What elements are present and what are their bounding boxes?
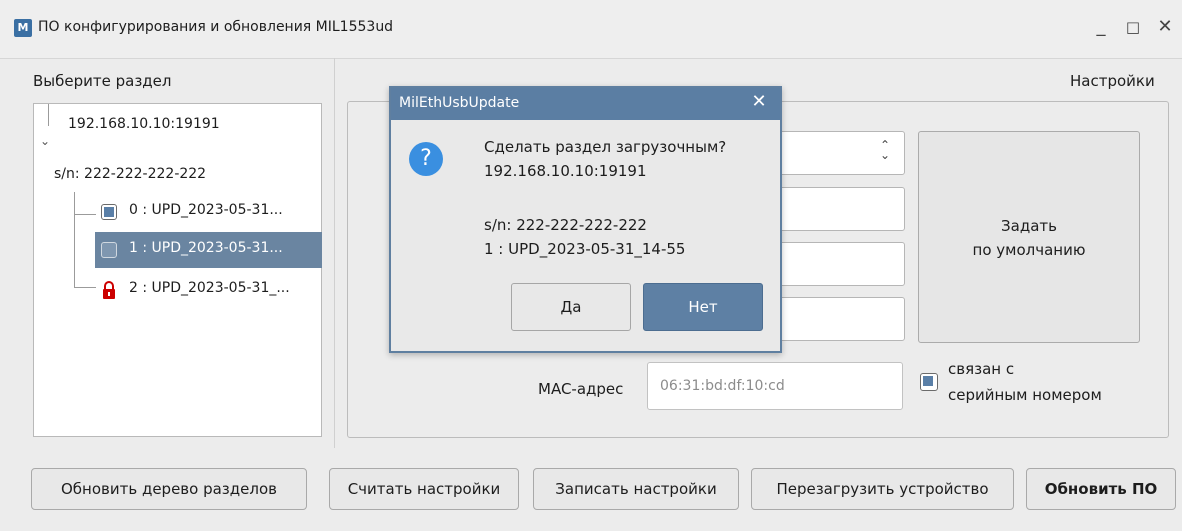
write-settings-button[interactable]: Записать настройки bbox=[533, 468, 739, 510]
dialog-partition: 1 : UPD_2023-05-31_14-55 bbox=[484, 240, 686, 258]
refresh-tree-button[interactable]: Обновить дерево разделов bbox=[31, 468, 307, 510]
app-icon: M bbox=[14, 19, 32, 37]
close-icon[interactable]: ✕ bbox=[1152, 14, 1178, 40]
dialog-question: Сделать раздел загрузочным? bbox=[484, 138, 727, 156]
dialog-close-icon[interactable]: ✕ bbox=[747, 91, 771, 112]
no-button[interactable]: Нет bbox=[643, 283, 763, 331]
tree-item-host[interactable]: 192.168.10.10:19191 bbox=[68, 116, 220, 132]
linked-serial-label-2: серийным номером bbox=[948, 386, 1102, 404]
chevron-down-icon[interactable]: ⌄ bbox=[40, 134, 50, 148]
tree-item-partition-2[interactable]: 2 : UPD_2023-05-31_... bbox=[129, 280, 290, 296]
linked-serial-checkbox[interactable] bbox=[920, 373, 938, 391]
linked-serial-label-1: связан с bbox=[948, 360, 1015, 378]
spinner-arrows-icon[interactable]: ⌃ ⌄ bbox=[880, 139, 890, 161]
minimize-icon[interactable]: _ bbox=[1088, 14, 1114, 40]
tree-line bbox=[48, 104, 49, 126]
set-default-button[interactable]: Задать по умолчанию bbox=[918, 131, 1140, 343]
partition-1-checkbox[interactable] bbox=[101, 242, 117, 258]
dialog-serial: s/n: 222-222-222-222 bbox=[484, 216, 647, 234]
mac-address-field[interactable]: 06:31:bd:df:10:cd bbox=[647, 362, 903, 410]
lock-icon bbox=[101, 281, 117, 299]
reboot-device-button[interactable]: Перезагрузить устройство bbox=[751, 468, 1014, 510]
dialog-host: 192.168.10.10:19191 bbox=[484, 162, 647, 180]
set-default-label-1: Задать bbox=[1001, 217, 1057, 235]
section-label: Выберите раздел bbox=[33, 72, 172, 90]
update-firmware-button[interactable]: Обновить ПО bbox=[1026, 468, 1176, 510]
partition-0-checkbox[interactable] bbox=[101, 204, 117, 220]
tree-item-partition-0[interactable]: 0 : UPD_2023-05-31... bbox=[129, 202, 283, 218]
question-icon: ? bbox=[409, 142, 443, 176]
tree-line bbox=[74, 287, 96, 288]
tree-item-serial[interactable]: s/n: 222-222-222-222 bbox=[54, 166, 206, 182]
settings-label: Настройки bbox=[1070, 72, 1155, 90]
tree-line bbox=[74, 192, 75, 288]
window-title: ПО конфигурирования и обновления MIL1553… bbox=[38, 19, 394, 35]
partition-tree[interactable]: 192.168.10.10:19191 ⌄ s/n: 222-222-222-2… bbox=[33, 103, 322, 437]
tree-line bbox=[74, 214, 96, 215]
read-settings-button[interactable]: Считать настройки bbox=[329, 468, 519, 510]
maximize-icon[interactable]: □ bbox=[1120, 14, 1146, 40]
yes-button[interactable]: Да bbox=[511, 283, 631, 331]
set-default-label-2: по умолчанию bbox=[972, 241, 1086, 259]
mac-label: MAC-адрес bbox=[538, 380, 624, 398]
dialog-title: MilEthUsbUpdate bbox=[399, 95, 520, 111]
splitter[interactable] bbox=[334, 58, 335, 448]
confirm-dialog: MilEthUsbUpdate ✕ ? Сделать раздел загру… bbox=[389, 86, 782, 353]
tree-item-partition-1[interactable]: 1 : UPD_2023-05-31... bbox=[129, 240, 283, 256]
